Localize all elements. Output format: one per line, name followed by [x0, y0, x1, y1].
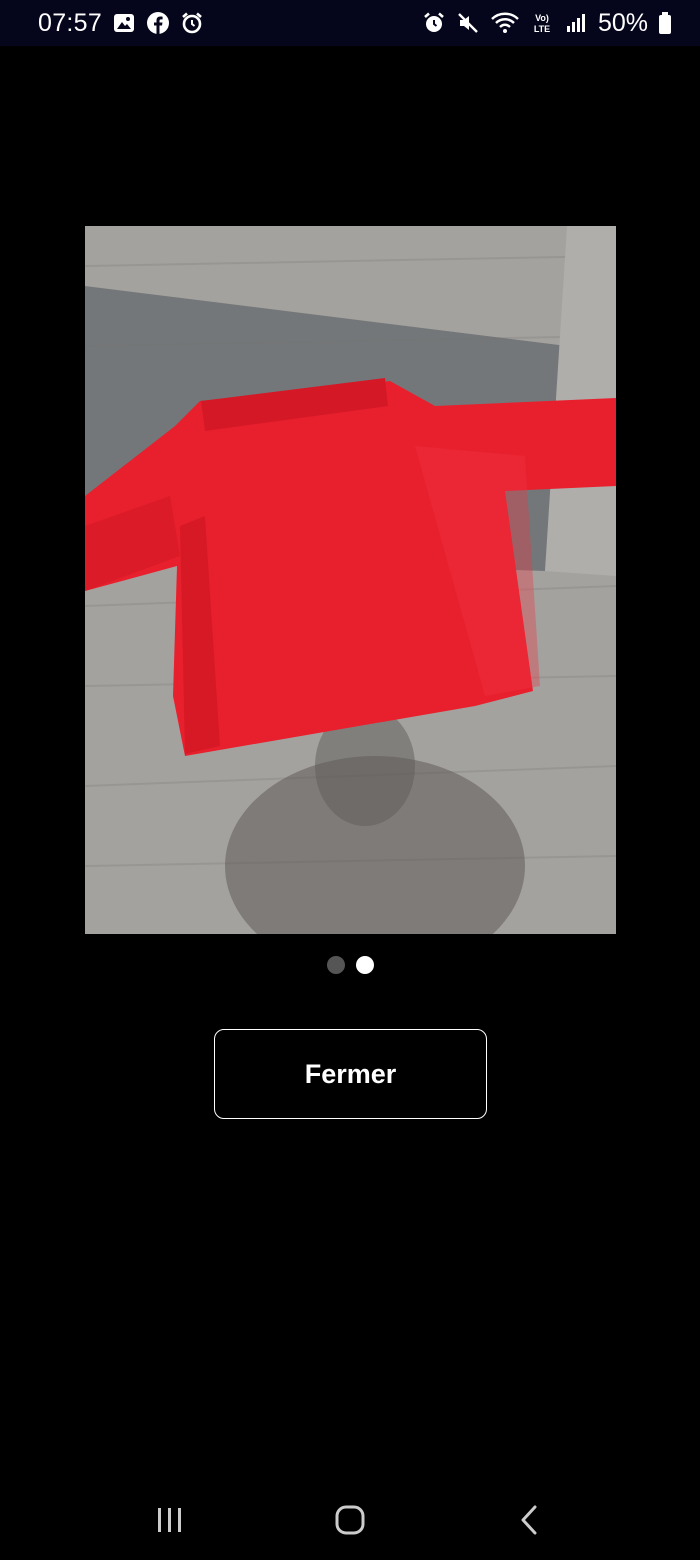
page-dot-2-active[interactable] [355, 956, 374, 974]
page-indicator [0, 956, 700, 974]
red-shirt-photo [85, 226, 616, 934]
battery-percent: 50% [597, 8, 648, 37]
product-photo[interactable] [85, 226, 616, 934]
status-bar: 07:57 Vo) LTE 50% [0, 0, 700, 46]
gallery-icon [112, 11, 136, 35]
facebook-icon [146, 11, 170, 35]
back-button[interactable] [500, 1490, 560, 1550]
recents-icon [158, 1508, 181, 1532]
navigation-bar [0, 1480, 700, 1560]
recents-button[interactable] [140, 1490, 200, 1550]
svg-text:LTE: LTE [534, 24, 550, 34]
volte-icon: Vo) LTE [530, 11, 554, 35]
page-dot-1[interactable] [326, 956, 345, 974]
close-button[interactable]: Fermer [214, 1029, 487, 1119]
alarm-icon [180, 11, 204, 35]
mute-icon [456, 11, 480, 35]
home-icon [335, 1505, 365, 1535]
status-left: 07:57 [38, 9, 204, 38]
alarm-icon [422, 11, 446, 35]
status-right: Vo) LTE 50% [422, 9, 672, 38]
back-icon [521, 1505, 537, 1535]
status-time: 07:57 [38, 8, 103, 37]
battery-icon [658, 11, 672, 35]
signal-icon [564, 11, 588, 35]
svg-text:Vo): Vo) [535, 13, 549, 23]
wifi-icon [490, 11, 520, 35]
home-button[interactable] [320, 1490, 380, 1550]
